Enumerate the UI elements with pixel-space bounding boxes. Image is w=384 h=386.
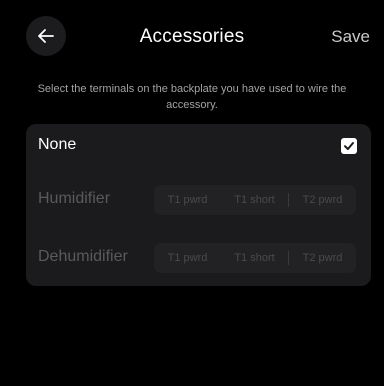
accessories-screen: Accessories Save Select the terminals on… (0, 0, 384, 386)
terminal-option[interactable]: T1 pwrd (154, 194, 221, 206)
option-row-dehumidifier[interactable]: Dehumidifier T1 pwrd T1 short T2 pwrd (26, 240, 371, 276)
checkmark-icon (344, 142, 354, 150)
save-button[interactable]: Save (331, 27, 370, 47)
option-humidifier-label: Humidifier (38, 190, 111, 207)
accessory-options-card: None Humidifier T1 pwrd T1 short T2 pwrd… (26, 124, 371, 286)
terminal-option[interactable]: T1 pwrd (154, 252, 221, 264)
option-dehumidifier-label: Dehumidifier (38, 248, 128, 265)
option-row-humidifier[interactable]: Humidifier T1 pwrd T1 short T2 pwrd (26, 182, 371, 218)
option-none-label: None (38, 136, 77, 153)
terminal-option[interactable]: T1 short (221, 194, 288, 206)
none-checkbox[interactable] (341, 138, 357, 154)
dehumidifier-terminal-selector[interactable]: T1 pwrd T1 short T2 pwrd (154, 243, 356, 273)
terminal-option[interactable]: T1 short (221, 252, 288, 264)
instruction-text: Select the terminals on the backplate yo… (37, 83, 347, 111)
terminal-option[interactable]: T2 pwrd (289, 252, 356, 264)
page-title: Accessories (139, 26, 245, 47)
option-row-none[interactable]: None (26, 124, 371, 168)
humidifier-terminal-selector[interactable]: T1 pwrd T1 short T2 pwrd (154, 185, 356, 215)
terminal-option[interactable]: T2 pwrd (289, 194, 356, 206)
